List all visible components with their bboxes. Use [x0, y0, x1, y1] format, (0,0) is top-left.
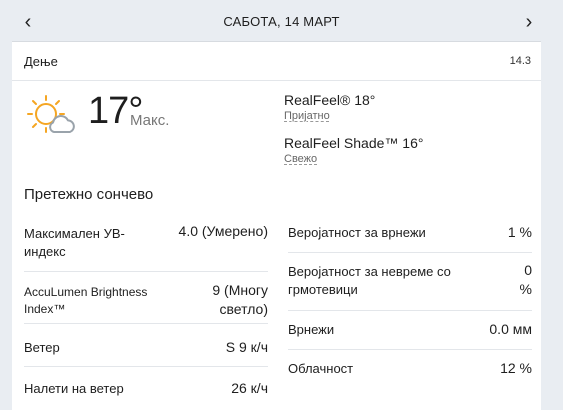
realfeel-shade-value: RealFeel Shade™ 16° [284, 135, 424, 151]
detail-row-precip-prob: Веројатност за врнежи 1 % [288, 214, 532, 253]
detail-label[interactable]: AccuLumen Brightness Index™ [24, 284, 164, 318]
details-right-column: Веројатност за врнежи 1 % Веројатност за… [288, 214, 532, 390]
detail-row-wind: Ветер S 9 к/ч [24, 324, 268, 367]
detail-label: Максимален УВ-индекс [24, 226, 125, 259]
detail-value: 4.0 (Умерено) [178, 223, 268, 239]
period-label: Дење [24, 54, 58, 69]
next-day-button[interactable]: › [517, 10, 541, 34]
detail-value: S 9 к/ч [225, 339, 268, 355]
detail-label: Ветер [24, 340, 60, 355]
detail-value: 9 (Многу светло) [212, 282, 268, 317]
detail-value: 1 % [507, 224, 532, 240]
date-title: САБОТА, 14 МАРТ [223, 14, 340, 29]
period-time: 14.3 [509, 55, 531, 67]
detail-row-cloud-cover: Облачност 12 % [288, 350, 532, 390]
date-navigation-bar: ‹ САБОТА, 14 МАРТ › [0, 0, 563, 44]
realfeel-description[interactable]: Пријатно [284, 110, 330, 122]
detail-value: 0 % [519, 262, 532, 297]
detail-value: 26 к/ч [231, 380, 268, 396]
max-temperature-label: Макс. [130, 112, 170, 129]
detail-row-gusts: Налети на ветер 26 к/ч [24, 367, 268, 407]
detail-row-precipitation: Врнежи 0.0 мм [288, 311, 532, 350]
realfeel-value: RealFeel® 18° [284, 92, 376, 108]
detail-row-thunder-prob: Веројатност за невреме со грмотевици 0 % [288, 253, 532, 311]
weather-summary: Претежно сончево [24, 186, 154, 203]
detail-label: Веројатност за врнежи [288, 225, 426, 240]
partly-sunny-icon [27, 95, 75, 133]
details-left-column: Максимален УВ-индекс 4.0 (Умерено) AccuL… [24, 214, 268, 407]
detail-row-brightness: AccuLumen Brightness Index™ 9 (Многу све… [24, 272, 268, 324]
detail-label: Налети на ветер [24, 381, 124, 396]
detail-value: 12 % [500, 360, 532, 376]
detail-value: 0.0 мм [489, 321, 532, 337]
detail-label: Облачност [288, 361, 354, 376]
realfeel-shade-description[interactable]: Свежо [284, 153, 317, 165]
detail-row-uv: Максимален УВ-индекс 4.0 (Умерено) [24, 214, 268, 272]
detail-label: Веројатност за невреме со грмотевици [288, 264, 451, 297]
detail-label: Врнежи [288, 322, 335, 337]
forecast-card: Дење 14.3 17° Макс. RealFeel® 18° Пријат… [12, 41, 541, 410]
period-header: Дење 14.3 [12, 42, 541, 81]
